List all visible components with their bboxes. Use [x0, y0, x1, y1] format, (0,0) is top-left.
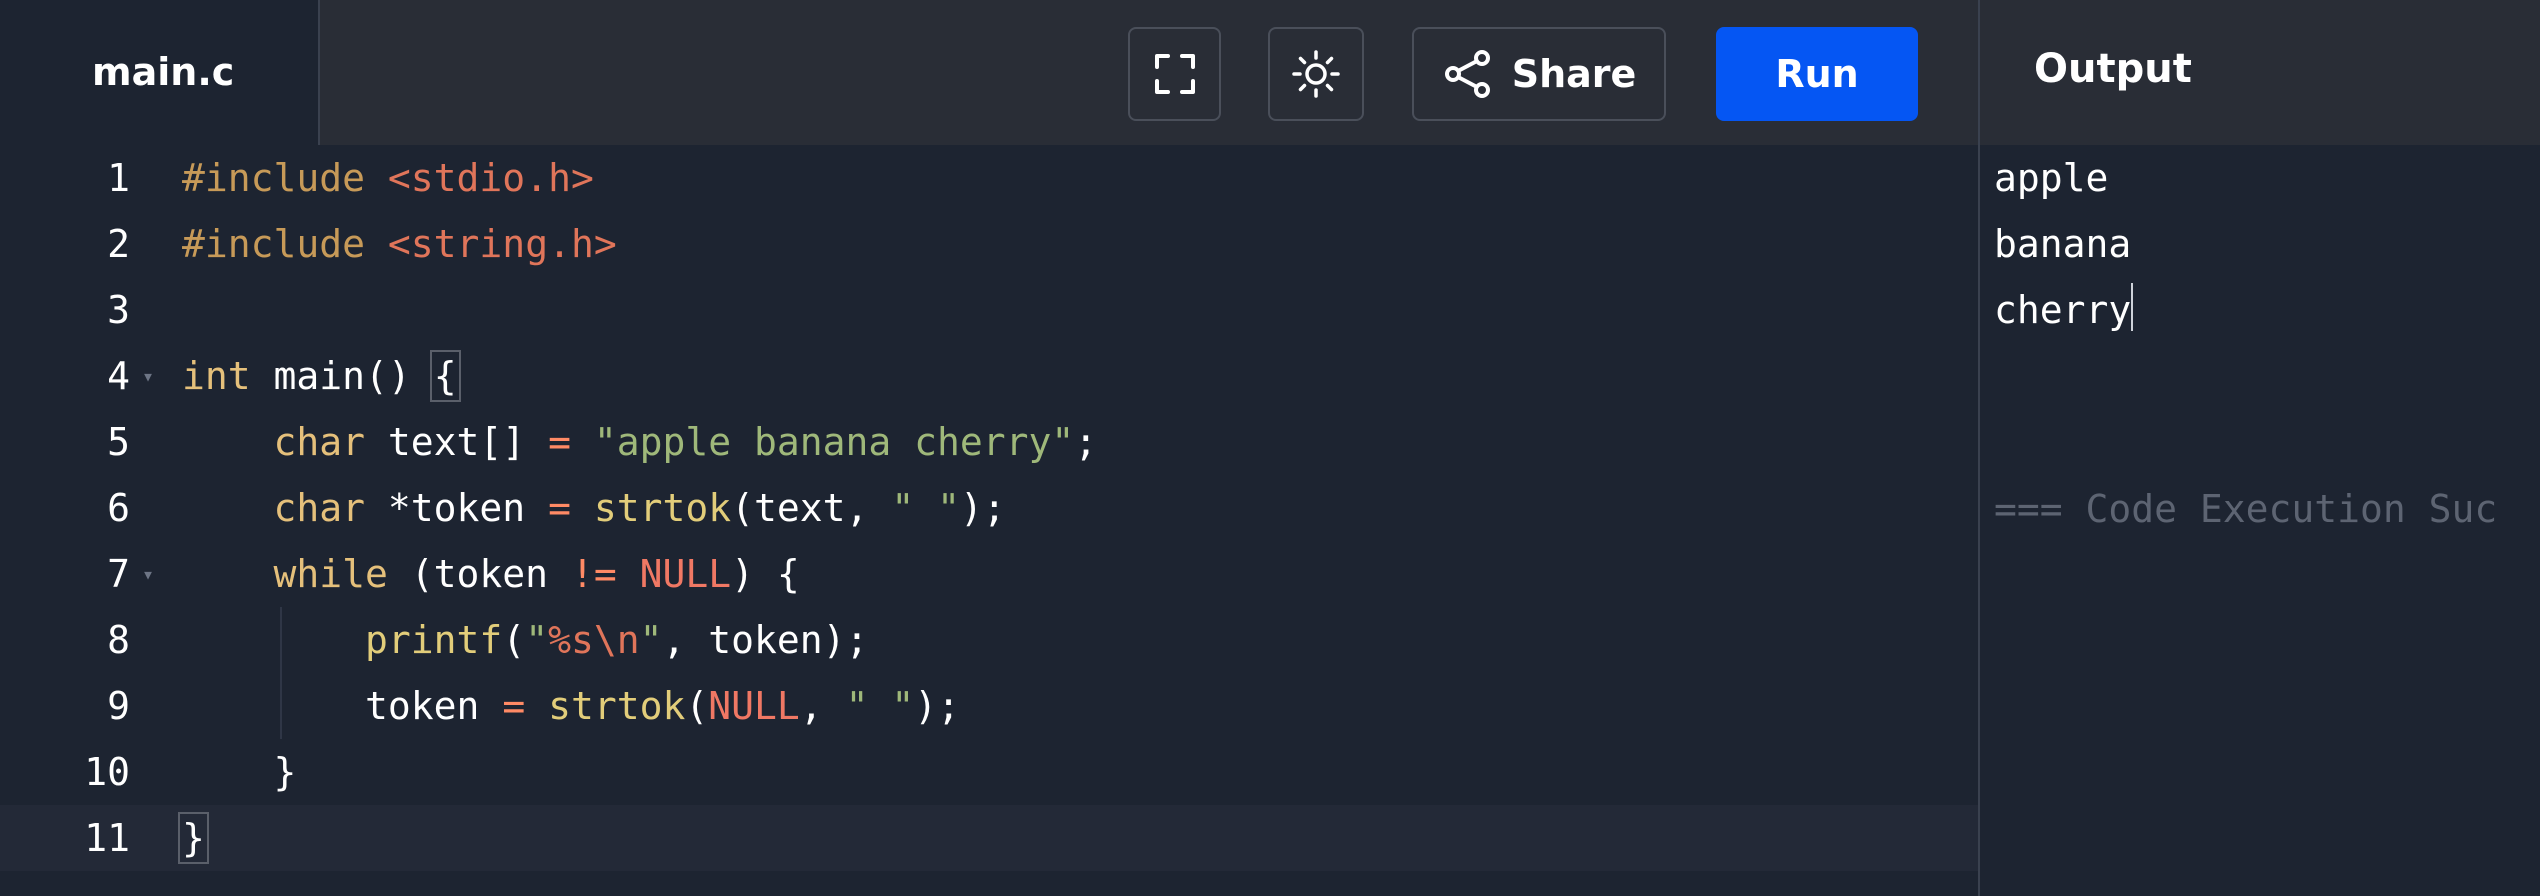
code-text: char *token = strtok(text, " "); — [182, 475, 1006, 541]
type-keyword: char — [273, 420, 366, 464]
code-text: } — [178, 805, 209, 871]
code-token: (token — [410, 552, 549, 596]
share-icon — [1444, 50, 1490, 98]
function-name: printf — [365, 618, 503, 662]
code-line[interactable]: 4 ▾ int main() { — [0, 343, 1978, 409]
code-line[interactable]: 10 } — [0, 739, 1978, 805]
code-token: token — [365, 684, 480, 728]
code-line[interactable]: 6 char *token = strtok(text, " "); — [0, 475, 1978, 541]
operator: = — [502, 684, 526, 728]
function-name: strtok — [593, 486, 732, 530]
output-line: apple — [1994, 156, 2109, 200]
string-literal: " — [525, 618, 549, 662]
code-line[interactable]: 3 — [0, 277, 1978, 343]
code-text: while (token != NULL) { — [182, 541, 800, 607]
string-literal: " — [639, 618, 663, 662]
code-line[interactable]: 7 ▾ while (token != NULL) { — [0, 541, 1978, 607]
code-line[interactable]: 1 #include <stdio.h> — [0, 145, 1978, 211]
execution-status: === Code Execution Suc — [1994, 487, 2498, 531]
matched-brace: { — [429, 350, 461, 402]
code-token: ) { — [731, 552, 800, 596]
code-token: (text, — [731, 486, 869, 530]
code-text: int main() { — [182, 343, 461, 409]
code-token: } — [273, 750, 297, 794]
code-text: #include <stdio.h> — [182, 145, 594, 211]
code-line[interactable]: 9 token = strtok(NULL, " "); — [0, 673, 1978, 739]
line-number: 8 — [107, 618, 130, 662]
null-constant: NULL — [639, 552, 732, 596]
code-token: ); — [959, 486, 1006, 530]
code-token: , token); — [662, 618, 869, 662]
operator: != — [570, 552, 617, 596]
output-panel: Output apple banana cherry === Code Exec… — [1980, 0, 2540, 896]
code-line[interactable]: 8 printf("%s\n", token); — [0, 607, 1978, 673]
code-token: , — [799, 684, 823, 728]
fold-toggle-icon[interactable]: ▾ — [142, 343, 154, 409]
file-tab-label: main.c — [92, 50, 235, 94]
output-header: Output — [1980, 0, 2540, 145]
type-keyword: char — [273, 486, 366, 530]
code-text: token = strtok(NULL, " "); — [182, 673, 960, 739]
line-number: 1 — [107, 156, 130, 200]
output-text: cherry — [1994, 288, 2132, 332]
line-number: 6 — [107, 486, 130, 530]
matched-brace: } — [178, 812, 209, 864]
fullscreen-icon — [1154, 54, 1195, 94]
code-token: ); — [914, 684, 960, 728]
preprocessor-directive: #include — [182, 222, 366, 266]
text-cursor — [2131, 283, 2134, 331]
code-text: } — [182, 739, 297, 805]
line-number: 7 — [107, 552, 130, 596]
code-token: main() — [273, 354, 411, 398]
toolbar: main.c Share Run — [0, 0, 1980, 145]
output-title: Output — [2034, 46, 2192, 92]
code-token: ( — [685, 684, 709, 728]
line-number: 5 — [107, 420, 130, 464]
code-text: char text[] = "apple banana cherry"; — [182, 409, 1098, 475]
share-button[interactable]: Share — [1412, 27, 1666, 121]
code-line-active[interactable]: 11 } — [0, 805, 1978, 871]
control-keyword: while — [273, 552, 388, 596]
output-line: banana — [1994, 222, 2132, 266]
function-name: strtok — [548, 684, 686, 728]
string-literal: "apple banana cherry" — [593, 420, 1075, 464]
code-token: ( — [502, 618, 526, 662]
string-literal: " " — [891, 486, 960, 530]
header-file: <string.h> — [387, 222, 617, 266]
line-number: 2 — [107, 222, 130, 266]
code-text: #include <string.h> — [182, 211, 617, 277]
operator: = — [548, 420, 571, 464]
code-line[interactable]: 2 #include <string.h> — [0, 211, 1978, 277]
line-number: 4 — [107, 354, 130, 398]
code-editor[interactable]: 1 #include <stdio.h> 2 #include <string.… — [0, 145, 1978, 896]
tab-main-c[interactable]: main.c — [0, 0, 320, 145]
fold-toggle-icon[interactable]: ▾ — [142, 541, 154, 607]
operator: = — [548, 486, 571, 530]
output-line-last: cherry — [1994, 277, 2134, 343]
line-number: 10 — [84, 750, 130, 794]
code-line[interactable]: 5 char text[] = "apple banana cherry"; — [0, 409, 1978, 475]
line-number: 3 — [107, 288, 130, 332]
code-token: *token — [387, 486, 526, 530]
fullscreen-button[interactable] — [1128, 27, 1221, 121]
line-number: 11 — [84, 816, 130, 860]
format-specifier: %s\n — [548, 618, 640, 662]
share-label: Share — [1511, 52, 1637, 96]
header-file: <stdio.h> — [387, 156, 594, 200]
preprocessor-directive: #include — [182, 156, 366, 200]
string-literal: " " — [845, 684, 915, 728]
type-keyword: int — [182, 354, 251, 398]
sun-icon — [1292, 50, 1340, 98]
theme-toggle-button[interactable] — [1268, 27, 1364, 121]
code-token: ; — [1074, 420, 1098, 464]
null-constant: NULL — [708, 684, 800, 728]
code-text: printf("%s\n", token); — [182, 607, 868, 673]
code-token: text[] — [387, 420, 526, 464]
run-button[interactable]: Run — [1716, 27, 1918, 121]
line-number: 9 — [107, 684, 130, 728]
